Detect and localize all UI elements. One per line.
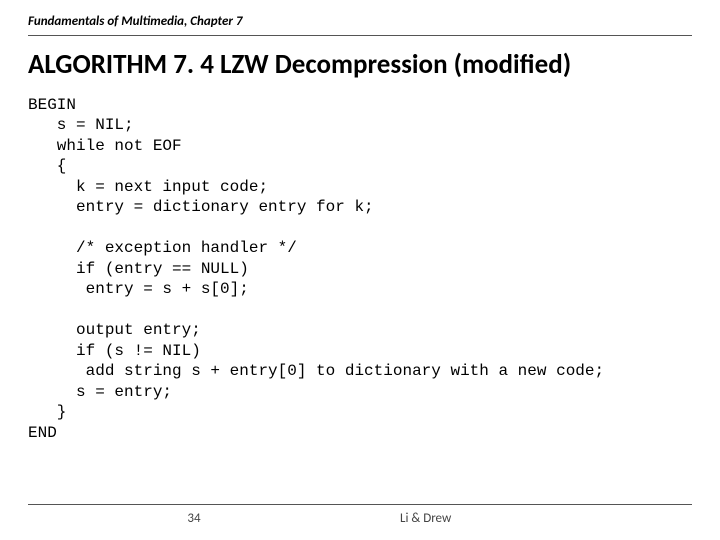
footer: 34 Li & Drew xyxy=(28,504,692,526)
book-chapter-header: Fundamentals of Multimedia, Chapter 7 xyxy=(0,0,720,33)
page-number: 34 xyxy=(28,511,360,526)
footer-rule xyxy=(28,504,692,505)
algorithm-code: BEGIN s = NIL; while not EOF { k = next … xyxy=(28,95,692,443)
authors: Li & Drew xyxy=(360,511,720,526)
header-rule xyxy=(28,35,692,36)
page-title: ALGORITHM 7. 4 LZW Decompression (modifi… xyxy=(28,48,692,81)
